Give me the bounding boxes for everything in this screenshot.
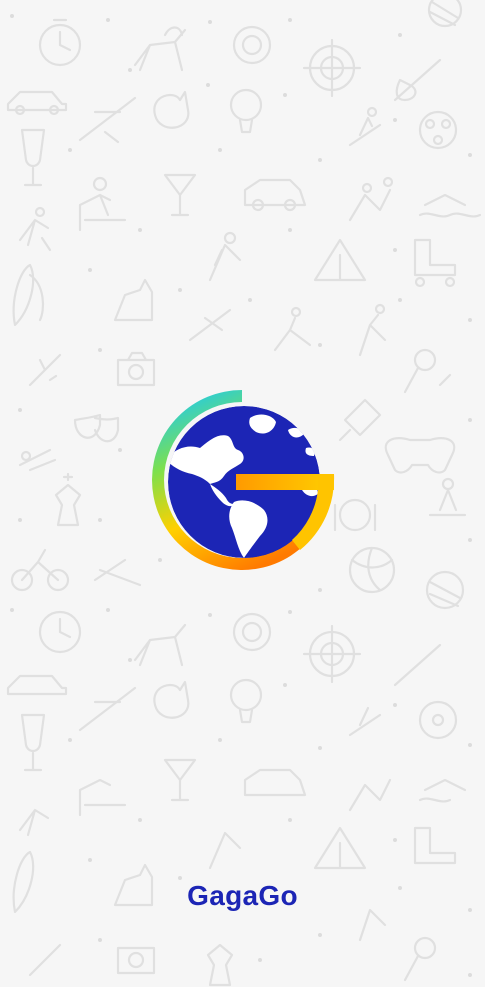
skier-icon <box>348 106 382 147</box>
microphone-icon-2 <box>403 936 437 982</box>
volleyball-icon <box>348 546 396 594</box>
runner-icon <box>18 206 52 252</box>
balloon-icon-2 <box>229 678 263 724</box>
dog-icon <box>113 278 154 322</box>
yarn-ball-icon <box>427 0 463 28</box>
dancers-icon <box>348 176 394 222</box>
chess-king-icon <box>54 472 82 527</box>
climber-icon-2 <box>358 908 387 942</box>
chess-king-icon-2 <box>206 943 234 987</box>
wine-glass-icon-2 <box>20 713 46 772</box>
surfboard-icon <box>12 263 45 327</box>
swimmer-icon <box>418 193 482 218</box>
yoga-icon <box>428 477 467 517</box>
target-icon-2 <box>302 624 362 684</box>
skier-icon-2 <box>348 706 382 737</box>
sunbather-icon <box>18 448 57 472</box>
hiker-icon <box>208 231 242 282</box>
app-name: GagaGo <box>187 880 298 911</box>
tent-icon <box>313 238 367 282</box>
dancers-icon-2 <box>348 778 392 812</box>
guitar-icon-2 <box>393 643 442 687</box>
kayak-icon <box>93 558 142 587</box>
runner-icon-2 <box>18 808 50 837</box>
gymnast-icon <box>273 306 312 352</box>
airplane-icon <box>78 96 137 144</box>
film-reel-icon <box>418 110 458 150</box>
cocktail-icon <box>163 173 197 217</box>
firework-icon-2 <box>28 943 62 977</box>
firework-icon <box>28 353 62 387</box>
yarn-ball-icon-2 <box>425 570 465 610</box>
airplane-icon-2 <box>78 686 137 732</box>
cyclist-icon <box>10 548 70 592</box>
wine-glass-icon <box>20 128 46 187</box>
drama-masks-icon <box>73 413 120 443</box>
gamepad-icon <box>384 437 456 474</box>
climber-icon <box>358 303 387 357</box>
jeep-icon-2 <box>243 768 307 797</box>
poker-chip-icon <box>232 25 272 65</box>
car-icon <box>6 90 68 116</box>
rollerskate-icon <box>413 238 457 288</box>
microphone-icon <box>403 348 452 394</box>
swimmer-icon-2 <box>418 778 467 803</box>
rollerskate-icon-2 <box>413 826 457 865</box>
cocktail-icon-2 <box>163 758 197 802</box>
camera-icon-2 <box>116 946 156 975</box>
target-icon <box>302 38 362 98</box>
fighter-jet-icon <box>188 308 232 342</box>
balloon-icon <box>229 88 263 134</box>
soldier-icon-2 <box>78 778 127 817</box>
gagago-globe-logo-icon <box>152 390 335 570</box>
bagpipe-icon <box>338 398 382 442</box>
horse-rider-icon-2 <box>133 623 187 667</box>
film-reel-icon-2 <box>418 700 458 740</box>
stopwatch-icon <box>38 18 82 67</box>
stopwatch-icon-2 <box>38 610 82 654</box>
horse-rider-icon <box>133 26 187 72</box>
cat-icon-2 <box>153 680 190 719</box>
tent-icon-2 <box>313 826 367 870</box>
poker-chip-icon-2 <box>232 612 272 652</box>
cat-icon <box>153 90 190 129</box>
guitar-icon <box>393 58 442 102</box>
soldier-icon <box>78 176 127 232</box>
car-icon-2 <box>6 674 68 696</box>
hiker-icon-2 <box>208 831 242 870</box>
jeep-icon <box>243 178 307 212</box>
splash-screen: GagaGo <box>0 0 485 987</box>
